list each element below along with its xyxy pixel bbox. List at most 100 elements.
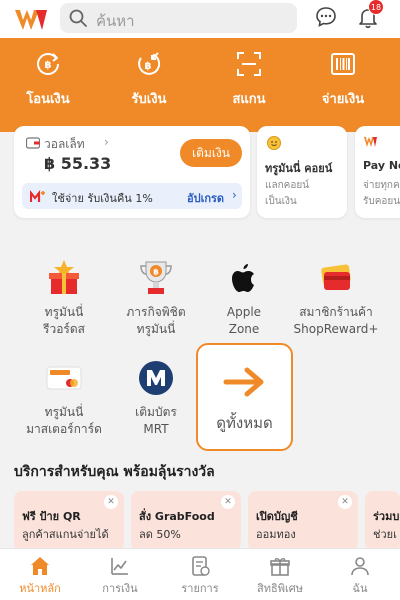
service-label: ทรูมันนี่ รีวอร์ดส bbox=[14, 304, 114, 338]
trophy-icon: ฿ bbox=[140, 261, 172, 294]
service-truemoney-rewards[interactable]: ทรูมันนี่ รีวอร์ดส bbox=[14, 258, 114, 338]
service-line1: ภารกิจพิชิต bbox=[126, 305, 186, 319]
close-icon[interactable]: ✕ bbox=[104, 495, 118, 509]
arrow-right-icon bbox=[223, 367, 264, 397]
see-all-label: ดูทั้งหมด bbox=[216, 414, 273, 432]
search-icon bbox=[69, 9, 87, 27]
promo-title: ร่วมบ bbox=[373, 510, 400, 523]
quick-actions-bar: ฿ โอนเงิน ฿ รับเงิน สแกน จ่ายเงิน bbox=[0, 38, 400, 120]
nav-home[interactable]: หน้าหลัก bbox=[0, 555, 80, 597]
promo-desc: ลด 50% bbox=[139, 528, 181, 541]
service-label: Apple Zone bbox=[194, 304, 294, 338]
wallet-icon bbox=[26, 137, 40, 149]
receive-button[interactable]: ฿ รับเงิน bbox=[109, 50, 189, 109]
coin-face-icon bbox=[267, 136, 281, 150]
coin-card[interactable]: ทรูมันนี่ คอยน์ แลกคอยน์ เป็นเงิน bbox=[257, 126, 347, 218]
service-line1: เติมบัตร bbox=[135, 405, 177, 419]
top-bar: ค้นหา 18 bbox=[0, 0, 400, 38]
truemoney-logo-icon[interactable] bbox=[14, 8, 48, 32]
promo-card[interactable]: ✕ สั่ง GrabFood ลด 50% bbox=[131, 491, 241, 551]
nav-label: ฉัน bbox=[352, 582, 368, 595]
nav-label: สิทธิพิเศษ bbox=[257, 582, 303, 595]
pay-button[interactable]: จ่ายเงิน bbox=[303, 50, 383, 109]
service-line2: มาสเตอร์การ์ด bbox=[26, 422, 102, 436]
coin-card-line2: เป็นเงิน bbox=[265, 196, 297, 207]
close-icon[interactable]: ✕ bbox=[338, 495, 352, 509]
service-line2: ทรูมันนี่ bbox=[136, 322, 176, 336]
chevron-right-icon: › bbox=[104, 135, 109, 149]
promo-card[interactable]: ✕ ฟรี ป้าย QR ลูกค้าสแกนจ่ายได้ bbox=[14, 491, 124, 551]
pay-next-card[interactable]: Pay Ne จ่ายทุกค รับคอยน bbox=[355, 126, 400, 218]
search-placeholder: ค้นหา bbox=[96, 12, 135, 30]
coin-card-line1: แลกคอยน์ bbox=[265, 180, 310, 191]
nav-transactions[interactable]: รายการ bbox=[160, 555, 240, 597]
wallet-balance: ฿ 55.33 bbox=[44, 154, 112, 173]
bottom-nav: หน้าหลัก การเงิน รายการ สิทธิพิเศษ ฉัน bbox=[0, 548, 400, 600]
coin-card-title: ทรูมันนี่ คอยน์ bbox=[265, 162, 333, 175]
apple-icon bbox=[232, 264, 254, 292]
svg-text:฿: ฿ bbox=[153, 268, 159, 277]
service-line2: MRT bbox=[143, 422, 169, 436]
service-mission[interactable]: ฿ ภารกิจพิชิต ทรูมันนี่ bbox=[106, 258, 206, 338]
svg-text:฿: ฿ bbox=[145, 61, 152, 72]
pay-label: จ่ายเงิน bbox=[321, 92, 365, 107]
chart-icon bbox=[111, 558, 128, 575]
cashback-text: ใช้จ่าย รับเงินคืน 1% bbox=[52, 192, 153, 205]
receive-label: รับเงิน bbox=[131, 92, 167, 107]
service-line1: ทรูมันนี่ bbox=[44, 305, 84, 319]
see-all-button[interactable]: ดูทั้งหมด bbox=[196, 343, 293, 451]
user-icon bbox=[351, 557, 369, 576]
search-bar[interactable]: ค้นหา bbox=[60, 3, 297, 33]
shopreward-icon bbox=[321, 264, 351, 290]
chat-icon[interactable] bbox=[314, 5, 338, 29]
pay-next-line2: รับคอยน bbox=[363, 196, 400, 207]
transfer-icon: ฿ bbox=[37, 53, 59, 75]
rewards-section-title: บริการสำหรับคุณ พร้อมลุ้นรางวัล bbox=[14, 464, 215, 480]
scan-icon bbox=[237, 52, 261, 76]
cashback-banner[interactable]: ใช้จ่าย รับเงินคืน 1% อัปเกรด › bbox=[22, 183, 242, 209]
service-apple-zone[interactable]: Apple Zone bbox=[194, 258, 294, 338]
scan-button[interactable]: สแกน bbox=[209, 50, 289, 109]
transfer-button[interactable]: ฿ โอนเงิน bbox=[8, 50, 88, 109]
promo-desc: ออมทอง bbox=[256, 528, 296, 541]
upgrade-link[interactable]: อัปเกรด bbox=[187, 189, 224, 207]
service-shopreward[interactable]: สมาชิกร้านค้า ShopReward+ bbox=[286, 258, 386, 338]
service-line1: Apple bbox=[226, 305, 262, 319]
promo-card[interactable]: ร่วมบ ช่วยเ bbox=[365, 491, 400, 551]
topup-button[interactable]: เติมเงิน bbox=[180, 139, 242, 167]
pay-next-line1: จ่ายทุกค bbox=[363, 180, 400, 191]
mastercard-icon bbox=[46, 366, 82, 390]
coin-card-desc: แลกคอยน์ เป็นเงิน bbox=[265, 178, 309, 210]
service-label: ภารกิจพิชิต ทรูมันนี่ bbox=[106, 304, 206, 338]
receipt-icon bbox=[192, 556, 210, 576]
nav-finance[interactable]: การเงิน bbox=[80, 555, 160, 597]
promo-title: ฟรี ป้าย QR bbox=[22, 510, 81, 523]
service-line2: ShopReward+ bbox=[293, 322, 379, 336]
wallet-label: วอลเล็ท bbox=[44, 137, 85, 151]
close-icon[interactable]: ✕ bbox=[221, 495, 235, 509]
nav-label: หน้าหลัก bbox=[19, 582, 61, 595]
promo-desc: ช่วยเ bbox=[373, 528, 397, 541]
scan-label: สแกน bbox=[232, 92, 266, 107]
mrt-icon bbox=[139, 361, 173, 395]
truemoney-small-icon bbox=[364, 137, 377, 147]
service-line2: รีวอร์ดส bbox=[43, 322, 85, 336]
service-line1: ทรูมันนี่ bbox=[44, 405, 84, 419]
barcode-icon bbox=[331, 53, 355, 75]
promo-desc: ลูกค้าสแกนจ่ายได้ bbox=[22, 528, 109, 541]
wallet-card[interactable]: วอลเล็ท › ฿ 55.33 เติมเงิน ใช้จ่าย รับเง… bbox=[14, 126, 250, 218]
promo-title: เปิดบัญชี bbox=[256, 510, 298, 523]
mplus-icon bbox=[30, 189, 45, 202]
service-mastercard[interactable]: ทรูมันนี่ มาสเตอร์การ์ด bbox=[14, 358, 114, 438]
transfer-label: โอนเงิน bbox=[26, 92, 70, 107]
gift-icon bbox=[49, 260, 79, 294]
nav-privileges[interactable]: สิทธิพิเศษ bbox=[240, 555, 320, 597]
promo-card[interactable]: ✕ เปิดบัญชี ออมทอง bbox=[248, 491, 358, 551]
nav-profile[interactable]: ฉัน bbox=[320, 555, 400, 597]
nav-label: รายการ bbox=[181, 582, 219, 595]
service-line1: สมาชิกร้านค้า bbox=[299, 305, 373, 319]
svg-text:฿: ฿ bbox=[45, 60, 52, 71]
pay-next-title: Pay Ne bbox=[363, 159, 400, 172]
home-icon bbox=[31, 557, 49, 575]
service-mrt-topup[interactable]: เติมบัตร MRT bbox=[106, 358, 206, 438]
